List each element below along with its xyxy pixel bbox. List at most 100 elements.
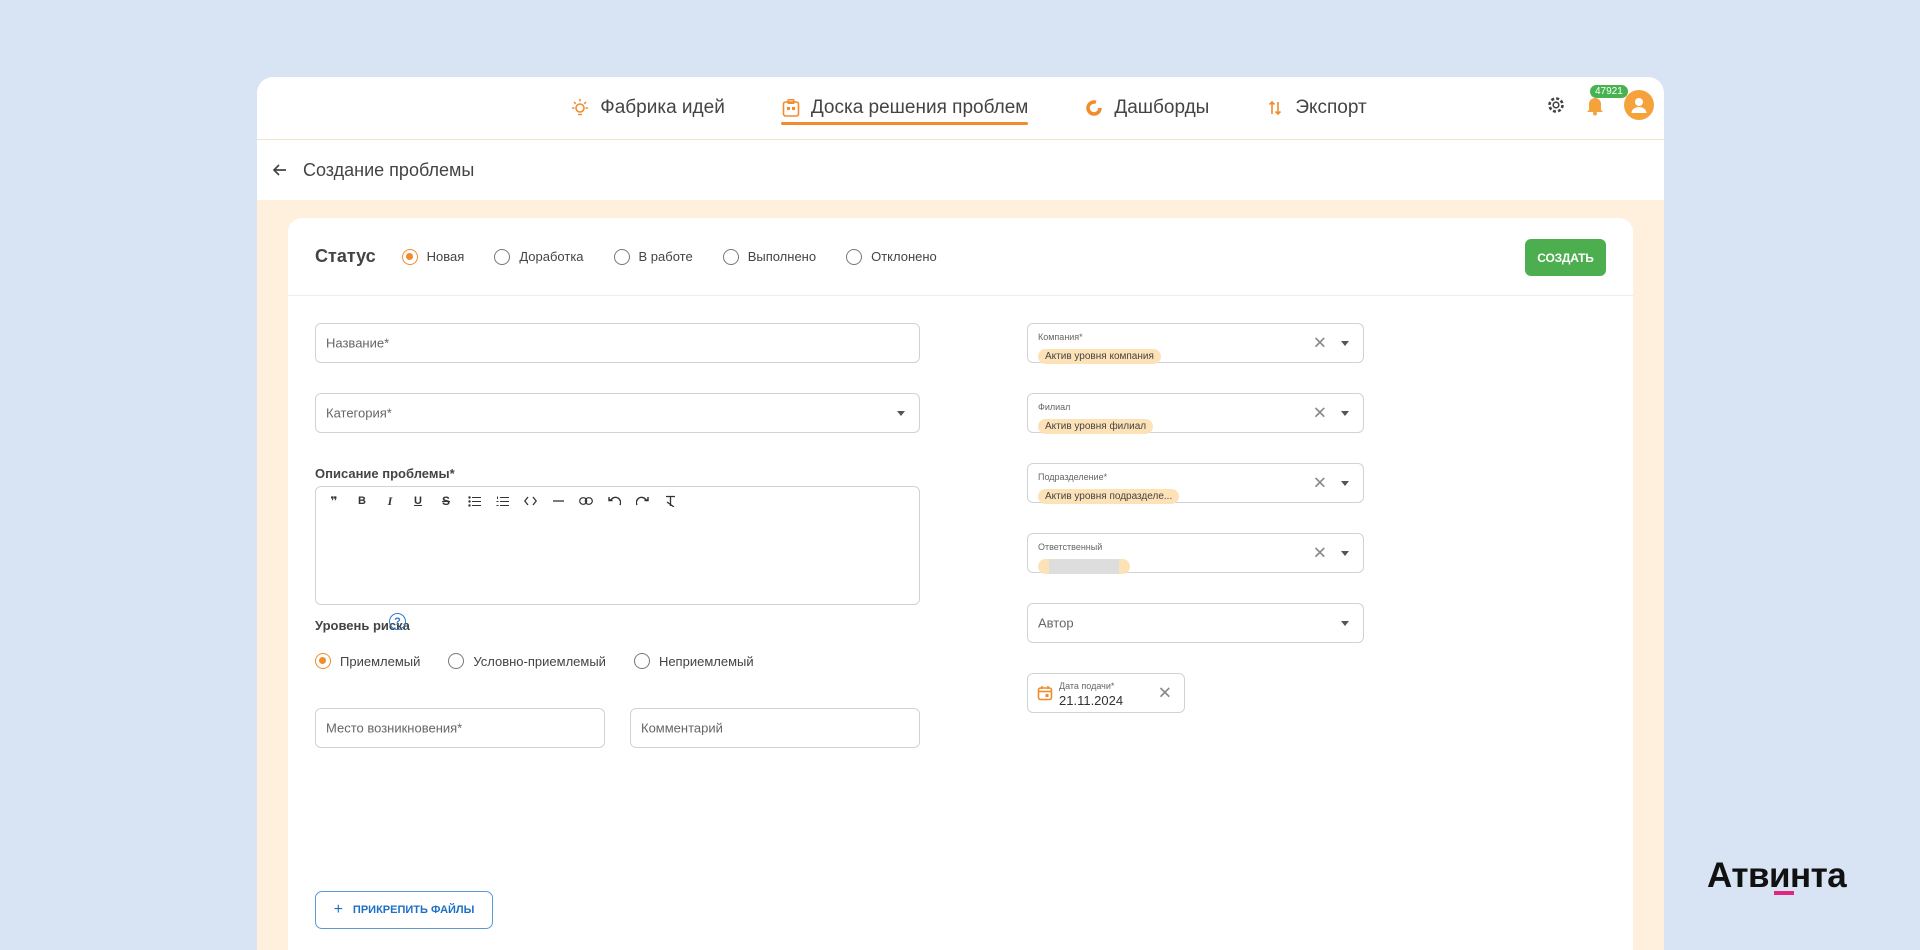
clear-icon[interactable]: ✕	[1313, 335, 1327, 352]
risk-option-label: Условно-приемлемый	[473, 653, 606, 669]
risk-radio-unacceptable[interactable]: Неприемлемый	[633, 653, 754, 669]
division-select[interactable]: Подразделение* Актив уровня подразделе..…	[1027, 463, 1364, 504]
company-select[interactable]: Компания* Актив уровня компания ✕	[1027, 323, 1364, 364]
chevron-down-icon	[1341, 341, 1349, 346]
problem-form-card: Статус Новая Доработка В работе Выполнен…	[288, 218, 1633, 950]
nav-label-export: Экспорт	[1295, 97, 1367, 118]
status-radio-in-progress[interactable]: В работе	[613, 248, 693, 265]
place-placeholder: Место возникновения*	[326, 720, 463, 736]
place-input[interactable]: Место возникновения*	[315, 708, 605, 748]
category-placeholder: Категория*	[326, 405, 392, 421]
status-option-label: Доработка	[519, 249, 584, 264]
description-label: Описание проблемы*	[315, 466, 455, 481]
attach-files-button[interactable]: + ПРИКРЕПИТЬ ФАЙЛЫ	[315, 891, 493, 929]
division-label: Подразделение*	[1038, 472, 1108, 482]
description-editor[interactable]: ❞ B I U S	[315, 486, 920, 605]
comment-placeholder: Комментарий	[641, 720, 723, 736]
attach-files-label: ПРИКРЕПИТЬ ФАЙЛЫ	[352, 904, 475, 916]
nav-right-actions: 47921	[1546, 85, 1654, 120]
back-arrow-icon[interactable]	[271, 161, 289, 179]
numbered-list-icon[interactable]	[494, 493, 510, 509]
responsible-chip-redacted	[1038, 559, 1130, 574]
date-label: Дата подачи*	[1059, 681, 1115, 691]
clear-icon[interactable]: ✕	[1313, 405, 1327, 422]
nav-list: Фабрика идей Доска решения проблем Дашбо…	[570, 91, 1367, 125]
breadcrumb: Создание проблемы	[257, 140, 1664, 200]
responsible-label: Ответственный	[1038, 542, 1103, 552]
radio-dot	[846, 248, 863, 265]
status-row: Статус Новая Доработка В работе Выполнен…	[288, 218, 1633, 296]
division-chip: Актив уровня подразделе...	[1038, 489, 1180, 504]
status-radio-rejected[interactable]: Отклонено	[846, 248, 937, 265]
plus-icon: +	[333, 901, 343, 918]
branch-select[interactable]: Филиал Актив уровня филиал ✕	[1027, 393, 1364, 434]
radio-dot	[722, 248, 739, 265]
status-option-label: Отклонено	[871, 249, 937, 264]
status-option-label: Выполнено	[747, 249, 817, 264]
radio-dot	[494, 248, 511, 265]
content-area: Статус Новая Доработка В работе Выполнен…	[257, 200, 1664, 950]
app-window: Фабрика идей Доска решения проблем Дашбо…	[257, 77, 1664, 950]
nav-item-problem-board[interactable]: Доска решения проблем	[780, 91, 1028, 125]
editor-toolbar: ❞ B I U S	[326, 493, 678, 509]
category-select[interactable]: Категория*	[315, 393, 920, 433]
status-radio-rework[interactable]: Доработка	[494, 248, 584, 265]
bold-icon[interactable]: B	[354, 493, 370, 509]
quote-icon[interactable]: ❞	[326, 493, 342, 509]
clear-icon[interactable]: ✕	[1313, 545, 1327, 562]
status-option-label: В работе	[638, 249, 693, 264]
nav-item-export[interactable]: Экспорт	[1265, 91, 1367, 125]
help-icon[interactable]: ?	[389, 613, 406, 630]
lightbulb-icon	[570, 98, 590, 118]
clear-format-icon[interactable]	[662, 493, 678, 509]
nav-item-dashboards[interactable]: Дашборды	[1084, 91, 1209, 125]
chevron-down-icon	[897, 411, 905, 416]
clear-icon[interactable]: ✕	[1313, 475, 1327, 492]
status-radio-new[interactable]: Новая	[401, 248, 464, 265]
risk-option-label: Приемлемый	[340, 653, 421, 669]
brand-logo: Атвинта	[1707, 856, 1847, 895]
notifications-button[interactable]: 47921	[1584, 85, 1628, 116]
risk-options: Приемлемый Условно-приемлемый Неприемлем…	[315, 653, 782, 669]
radio-dot	[633, 653, 650, 669]
create-button[interactable]: СОЗДАТЬ	[1525, 239, 1606, 276]
horizontal-rule-icon[interactable]	[550, 493, 566, 509]
brand-logo-accent	[1774, 891, 1794, 895]
avatar[interactable]	[1624, 90, 1654, 120]
name-placeholder: Название*	[326, 335, 390, 351]
date-field[interactable]: Дата подачи* 21.11.2024 ✕	[1027, 673, 1185, 713]
nav-label-ideas: Фабрика идей	[600, 97, 725, 118]
branch-label: Филиал	[1038, 402, 1071, 412]
chevron-down-icon	[1341, 621, 1349, 626]
radio-dot	[401, 248, 418, 265]
radio-dot	[315, 653, 331, 669]
underline-icon[interactable]: U	[410, 493, 426, 509]
clear-icon[interactable]: ✕	[1158, 685, 1172, 702]
nav-item-ideas[interactable]: Фабрика идей	[570, 91, 725, 125]
undo-icon[interactable]	[606, 493, 622, 509]
gear-icon[interactable]	[1546, 95, 1566, 115]
calendar-icon	[1037, 685, 1053, 701]
author-select[interactable]: Автор	[1027, 603, 1364, 643]
strikethrough-icon[interactable]: S	[438, 493, 454, 509]
chevron-down-icon	[1341, 411, 1349, 416]
responsible-select[interactable]: Ответственный ✕	[1027, 533, 1364, 574]
branch-chip: Актив уровня филиал	[1038, 419, 1154, 434]
bullet-list-icon[interactable]	[466, 493, 482, 509]
italic-icon[interactable]: I	[382, 493, 398, 509]
name-input[interactable]: Название*	[315, 323, 920, 363]
status-label: Статус	[315, 246, 376, 266]
risk-radio-acceptable[interactable]: Приемлемый	[315, 653, 420, 669]
nav-label-dashboards: Дашборды	[1114, 97, 1210, 118]
status-radio-done[interactable]: Выполнено	[722, 248, 817, 265]
comment-input[interactable]: Комментарий	[630, 708, 920, 748]
risk-radio-conditional[interactable]: Условно-приемлемый	[448, 653, 606, 669]
notifications-badge: 47921	[1590, 85, 1628, 98]
bell-icon	[1584, 98, 1606, 120]
pie-chart-icon	[1084, 98, 1104, 118]
code-icon[interactable]	[522, 493, 538, 509]
redo-icon[interactable]	[634, 493, 650, 509]
page-title: Создание проблемы	[303, 159, 475, 180]
chevron-down-icon	[1341, 481, 1349, 486]
link-icon[interactable]	[578, 493, 594, 509]
